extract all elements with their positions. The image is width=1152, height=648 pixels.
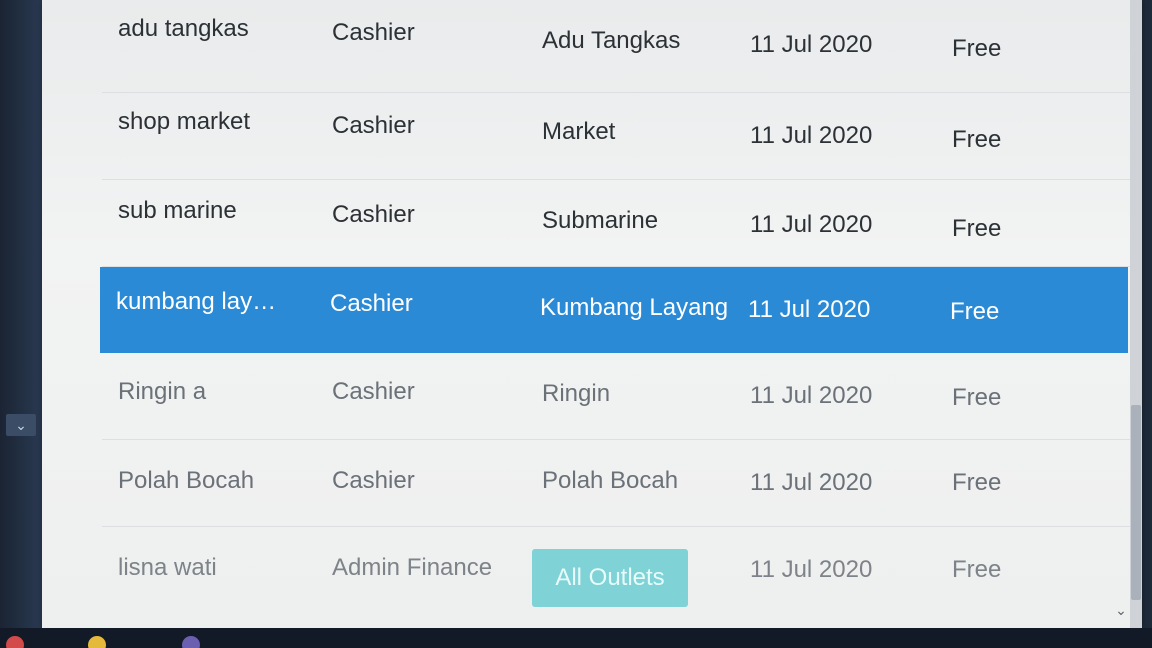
cell-role: Cashier — [332, 467, 415, 494]
cell-plan: Free — [952, 215, 1002, 242]
scrollbar-thumb[interactable] — [1131, 405, 1141, 600]
cell-role: Cashier — [330, 290, 413, 317]
cell-role: Cashier — [332, 378, 415, 405]
cell-plan: Free — [952, 469, 1002, 496]
vertical-scrollbar[interactable] — [1130, 0, 1142, 628]
taskbar-app-icon[interactable] — [182, 636, 200, 648]
table-row-selected[interactable]: kumbang lay… Cashier Kumbang Layang 11 J… — [100, 267, 1128, 353]
cell-outlet: Kumbang Layang — [540, 294, 729, 321]
outlet-badge[interactable]: All Outlets — [532, 549, 688, 607]
cell-role: Cashier — [332, 19, 415, 46]
cell-date: 11 Jul 2020 — [750, 469, 873, 496]
cell-outlet: Submarine — [542, 207, 659, 234]
cell-role: Cashier — [332, 112, 415, 139]
chevron-down-icon[interactable]: ⌄ — [6, 414, 36, 436]
cell-date: 11 Jul 2020 — [750, 31, 873, 58]
cell-plan: Free — [950, 298, 1000, 325]
cell-date: 11 Jul 2020 — [750, 382, 873, 409]
table-row[interactable]: lisna wati Admin Finance All Outlets 11 … — [102, 527, 1132, 613]
cell-name: Polah Bocah — [118, 467, 255, 494]
chevron-down-icon[interactable]: ⌄ — [1110, 600, 1132, 620]
cell-plan: Free — [952, 556, 1002, 583]
table-row[interactable]: Ringin a Cashier Ringin 11 Jul 2020 Free — [102, 353, 1132, 440]
cell-role: Cashier — [332, 201, 415, 228]
table-row[interactable]: sub marine Cashier Submarine 11 Jul 2020… — [102, 180, 1132, 267]
screen: ⌄ adu tangkas Cashier Adu Tangkas 11 Jul… — [0, 0, 1152, 648]
cell-outlet: Ringin — [542, 380, 611, 407]
cell-name: Ringin a — [118, 378, 207, 405]
cell-date: 11 Jul 2020 — [750, 211, 873, 238]
cell-name: lisna wati — [118, 554, 217, 581]
table-row[interactable]: shop market Cashier Market 11 Jul 2020 F… — [102, 93, 1132, 180]
cell-outlet: Market — [542, 118, 616, 145]
users-table-panel: adu tangkas Cashier Adu Tangkas 11 Jul 2… — [42, 0, 1142, 628]
users-table: adu tangkas Cashier Adu Tangkas 11 Jul 2… — [100, 0, 1132, 613]
cell-plan: Free — [952, 126, 1002, 153]
cell-name: sub marine — [118, 197, 237, 224]
taskbar — [0, 628, 1152, 648]
cell-date: 11 Jul 2020 — [750, 556, 873, 583]
cell-plan: Free — [952, 35, 1002, 62]
cell-outlet: Polah Bocah — [542, 467, 679, 494]
cell-plan: Free — [952, 384, 1002, 411]
taskbar-app-icon[interactable] — [6, 636, 24, 648]
cell-role: Admin Finance — [332, 554, 493, 581]
cell-name: shop market — [118, 108, 251, 135]
left-sidebar-edge: ⌄ — [0, 0, 42, 648]
cell-date: 11 Jul 2020 — [750, 122, 873, 149]
cell-outlet: Adu Tangkas — [542, 27, 681, 54]
taskbar-app-icon[interactable] — [88, 636, 106, 648]
cell-name: adu tangkas — [118, 15, 249, 42]
cell-date: 11 Jul 2020 — [748, 296, 871, 323]
cell-name: kumbang lay… — [116, 288, 277, 315]
table-row[interactable]: Polah Bocah Cashier Polah Bocah 11 Jul 2… — [102, 440, 1132, 527]
